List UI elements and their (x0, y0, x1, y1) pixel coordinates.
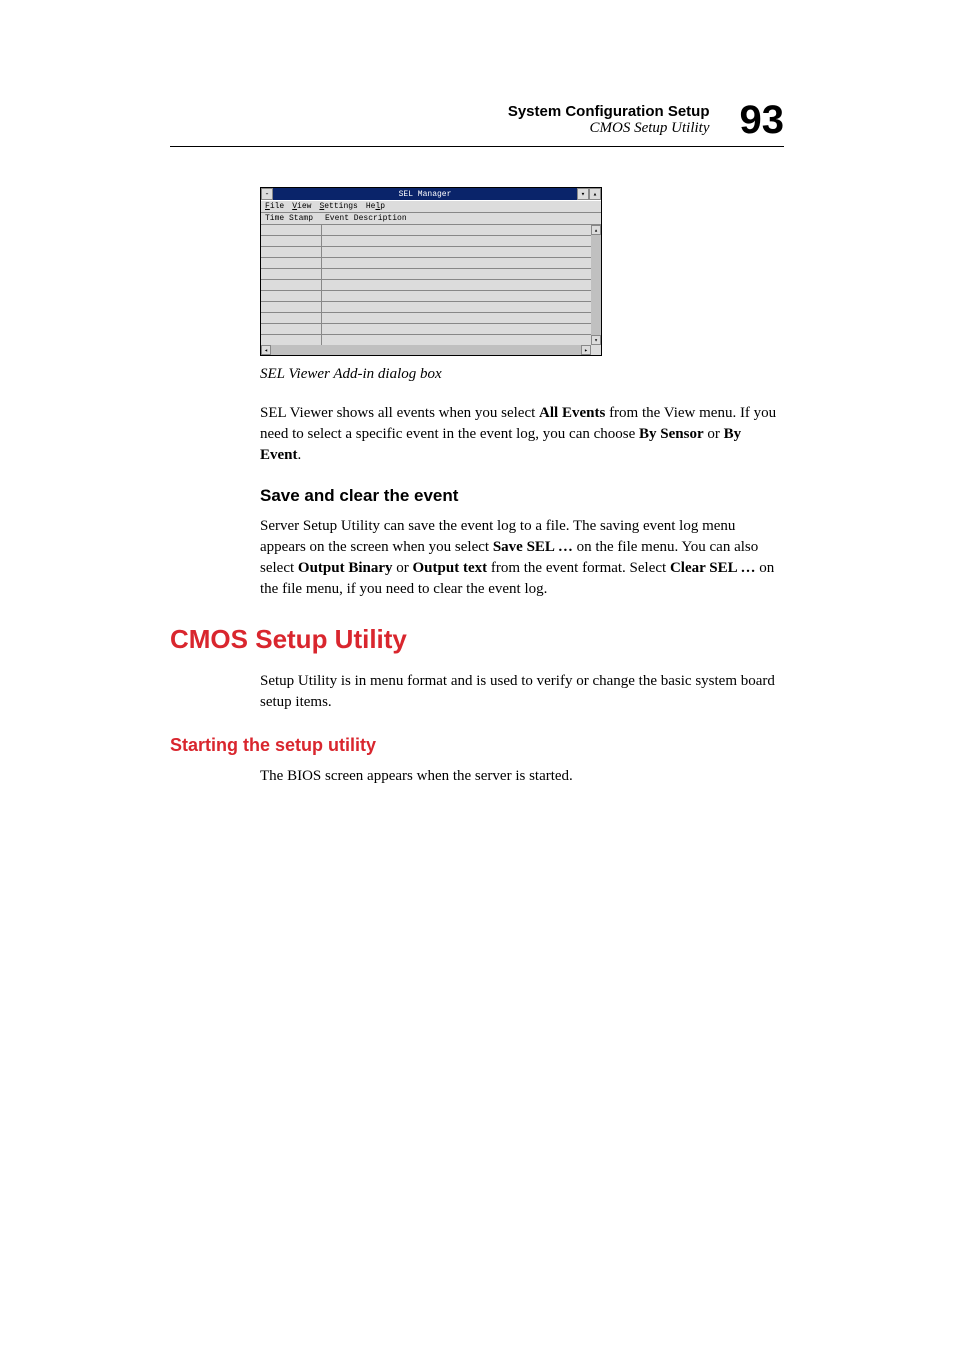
table-row (261, 313, 591, 324)
paragraph-bios-screen: The BIOS screen appears when the server … (260, 766, 784, 787)
menu-help-rest: p (380, 202, 385, 211)
scroll-right-icon[interactable]: ▸ (581, 345, 591, 355)
maximize-button[interactable]: ▴ (589, 188, 601, 200)
menu-settings[interactable]: Settings (319, 202, 357, 211)
bold-save-sel: Save SEL … (493, 539, 573, 555)
heading-save-clear: Save and clear the event (260, 486, 784, 506)
column-time-stamp: Time Stamp (265, 214, 325, 223)
system-menu-icon[interactable]: - (261, 188, 273, 200)
text: or (393, 560, 413, 576)
bold-all-events: All Events (539, 405, 605, 421)
bold-output-text: Output text (413, 560, 488, 576)
minimize-button[interactable]: ▾ (577, 188, 589, 200)
table-row (261, 258, 591, 269)
menu-bar: File View Settings Help (261, 200, 601, 213)
table-row (261, 269, 591, 280)
paragraph-setup-utility: Setup Utility is in menu format and is u… (260, 671, 784, 713)
table-row (261, 225, 591, 236)
paragraph-sel-viewer: SEL Viewer shows all events when you sel… (260, 403, 784, 466)
column-headers: Time Stamp Event Description (261, 213, 601, 225)
column-event-description: Event Description (325, 214, 597, 223)
text: from the event format. Select (487, 560, 670, 576)
table-row (261, 247, 591, 258)
scroll-left-icon[interactable]: ◂ (261, 345, 271, 355)
page-header: System Configuration Setup CMOS Setup Ut… (170, 100, 784, 147)
horizontal-scrollbar[interactable]: ◂ ▸ (261, 345, 591, 355)
header-title: System Configuration Setup (508, 103, 710, 120)
dialog-titlebar: - SEL Manager ▾ ▴ (261, 188, 601, 200)
table-row (261, 324, 591, 335)
scroll-down-icon[interactable]: ▾ (591, 335, 601, 345)
text: . (298, 447, 302, 463)
bold-output-binary: Output Binary (298, 560, 393, 576)
header-text: System Configuration Setup CMOS Setup Ut… (508, 103, 710, 137)
table-row (261, 236, 591, 247)
event-grid (261, 225, 591, 345)
bold-clear-sel: Clear SEL … (670, 560, 756, 576)
heading-starting-setup: Starting the setup utility (170, 735, 784, 756)
bold-by-sensor: By Sensor (639, 426, 704, 442)
menu-file[interactable]: File (265, 202, 284, 211)
menu-view[interactable]: View (292, 202, 311, 211)
dialog-body: ▴ ▾ ◂ ▸ (261, 225, 601, 355)
heading-cmos-setup-utility: CMOS Setup Utility (170, 624, 784, 655)
scroll-up-icon[interactable]: ▴ (591, 225, 601, 235)
dialog-title: SEL Manager (273, 190, 577, 199)
menu-help[interactable]: Help (366, 202, 385, 211)
table-row (261, 335, 591, 345)
vertical-scrollbar[interactable]: ▴ ▾ (591, 225, 601, 345)
menu-view-rest: iew (297, 202, 311, 211)
sel-manager-dialog: - SEL Manager ▾ ▴ File View Settings Hel… (260, 187, 602, 356)
table-row (261, 280, 591, 291)
text: or (704, 426, 724, 442)
menu-file-rest: ile (270, 202, 284, 211)
paragraph-save-clear: Server Setup Utility can save the event … (260, 516, 784, 600)
text: SEL Viewer shows all events when you sel… (260, 405, 539, 421)
page-number: 93 (740, 100, 785, 140)
table-row (261, 291, 591, 302)
document-page: System Configuration Setup CMOS Setup Ut… (0, 0, 954, 867)
menu-settings-rest: ettings (324, 202, 358, 211)
header-subtitle: CMOS Setup Utility (508, 120, 710, 137)
figure-caption: SEL Viewer Add-in dialog box (260, 366, 784, 383)
table-row (261, 302, 591, 313)
